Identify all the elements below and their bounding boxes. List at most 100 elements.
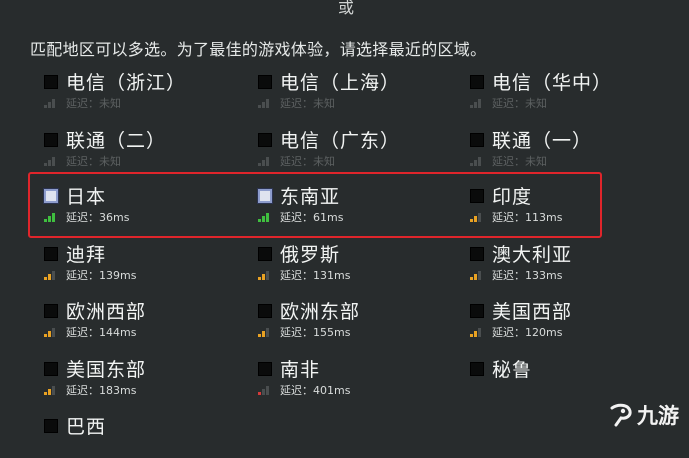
signal-bar <box>262 102 265 108</box>
signal-strength-icon <box>470 156 490 166</box>
region-name: 欧洲西部 <box>66 301 147 323</box>
region-option[interactable]: 秘鲁 <box>470 355 670 401</box>
region-option[interactable]: 联通（二） 延迟：未知 <box>44 126 244 172</box>
signal-bar <box>470 163 473 166</box>
region-option[interactable]: 电信（浙江） 延迟：未知 <box>44 68 244 114</box>
region-option[interactable]: 联通（一） 延迟：未知 <box>470 126 670 172</box>
signal-bar <box>266 99 269 108</box>
latency-text: 延迟：401ms <box>280 384 351 397</box>
signal-bar <box>48 160 51 166</box>
signal-bar <box>266 328 269 337</box>
latency-text: 延迟：120ms <box>492 326 563 339</box>
latency-text: 延迟：未知 <box>66 97 121 110</box>
latency-text: 延迟：未知 <box>66 155 121 168</box>
region-selection-hint: 匹配地区可以多选。为了最佳的游戏体验，请选择最近的区域。 <box>30 40 487 59</box>
latency-text: 延迟：未知 <box>492 155 547 168</box>
region-name: 迪拜 <box>66 244 107 266</box>
signal-bar <box>48 331 51 337</box>
region-option[interactable]: 美国东部 延迟：183ms <box>44 355 244 401</box>
signal-bar <box>258 163 261 166</box>
signal-bar <box>478 99 481 108</box>
latency-row: 延迟：未知 <box>470 96 547 110</box>
region-checkbox[interactable] <box>258 75 272 89</box>
region-checkbox[interactable] <box>44 133 58 147</box>
region-checkbox[interactable] <box>258 304 272 318</box>
signal-strength-icon <box>470 270 490 280</box>
region-checkbox[interactable] <box>258 247 272 261</box>
region-checkbox[interactable] <box>470 362 484 376</box>
signal-bar <box>48 389 51 395</box>
region-option[interactable]: 迪拜延迟：139ms <box>44 240 244 286</box>
region-checkbox[interactable] <box>44 247 58 261</box>
region-option[interactable]: 南非 延迟：401ms <box>258 355 458 401</box>
signal-strength-icon <box>44 98 64 108</box>
region-option[interactable]: 欧洲东部延迟：155ms <box>258 297 458 343</box>
region-name: 澳大利亚 <box>492 244 573 266</box>
latency-row: 延迟：139ms <box>44 268 136 282</box>
region-name: 巴西 <box>66 416 107 438</box>
latency-row: 延迟：155ms <box>258 325 350 339</box>
signal-strength-icon <box>258 270 278 280</box>
region-option[interactable]: 电信（上海） 延迟：未知 <box>258 68 458 114</box>
signal-bar <box>478 271 481 280</box>
latency-row: 延迟：未知 <box>44 96 121 110</box>
latency-row: 延迟：131ms <box>258 268 350 282</box>
signal-strength-icon <box>258 156 278 166</box>
latency-row: 延迟：未知 <box>44 154 121 168</box>
region-name: 美国西部 <box>492 301 573 323</box>
signal-bar <box>258 105 261 108</box>
region-checkbox[interactable] <box>258 362 272 376</box>
region-option[interactable]: 电信（广东） 延迟：未知 <box>258 126 458 172</box>
region-option[interactable]: 美国西部延迟：120ms <box>470 297 670 343</box>
latency-row: 延迟：未知 <box>470 154 547 168</box>
region-option[interactable]: 欧洲西部延迟：144ms <box>44 297 244 343</box>
region-option[interactable]: 澳大利亚延迟：133ms <box>470 240 670 286</box>
signal-bar <box>470 334 473 337</box>
region-name: 欧洲东部 <box>280 301 361 323</box>
signal-bar <box>262 160 265 166</box>
signal-strength-icon <box>258 98 278 108</box>
latency-text: 延迟：183ms <box>66 384 137 397</box>
region-checkbox[interactable] <box>44 419 58 433</box>
region-option[interactable]: 电信（华中） 延迟：未知 <box>470 68 670 114</box>
signal-strength-icon <box>470 98 490 108</box>
region-checkbox[interactable] <box>44 75 58 89</box>
region-option[interactable]: 俄罗斯延迟：131ms <box>258 240 458 286</box>
signal-bar <box>470 277 473 280</box>
region-name: 俄罗斯 <box>280 244 341 266</box>
region-checkbox[interactable] <box>258 133 272 147</box>
signal-bar <box>262 389 265 395</box>
latency-row: 延迟：120ms <box>470 325 562 339</box>
signal-bar <box>474 331 477 337</box>
region-checkbox[interactable] <box>44 304 58 318</box>
region-checkbox[interactable] <box>470 304 484 318</box>
region-name: 联通（一） <box>492 130 593 152</box>
signal-strength-icon <box>44 327 64 337</box>
region-checkbox[interactable] <box>470 75 484 89</box>
signal-bar <box>44 277 47 280</box>
signal-bar <box>262 274 265 280</box>
signal-bar <box>258 392 261 395</box>
region-name: 联通（二） <box>66 130 167 152</box>
latency-text: 延迟：155ms <box>280 326 351 339</box>
signal-bar <box>478 157 481 166</box>
region-name: 电信（上海） <box>280 72 401 94</box>
region-name: 电信（浙江） <box>66 72 187 94</box>
latency-text: 延迟：133ms <box>492 269 563 282</box>
signal-bar <box>474 160 477 166</box>
latency-text: 延迟：未知 <box>280 155 335 168</box>
jiuyou-logo-icon <box>610 403 632 427</box>
region-checkbox[interactable] <box>44 362 58 376</box>
signal-bar <box>52 328 55 337</box>
region-option[interactable]: 巴西 <box>44 412 244 458</box>
signal-bar <box>44 334 47 337</box>
region-checkbox[interactable] <box>470 133 484 147</box>
signal-bar <box>44 392 47 395</box>
latency-row: 延迟：144ms <box>44 325 136 339</box>
region-checkbox[interactable] <box>470 247 484 261</box>
region-name: 电信（广东） <box>280 130 401 152</box>
signal-bar <box>474 274 477 280</box>
signal-bar <box>44 105 47 108</box>
signal-bar <box>470 105 473 108</box>
signal-bar <box>266 271 269 280</box>
